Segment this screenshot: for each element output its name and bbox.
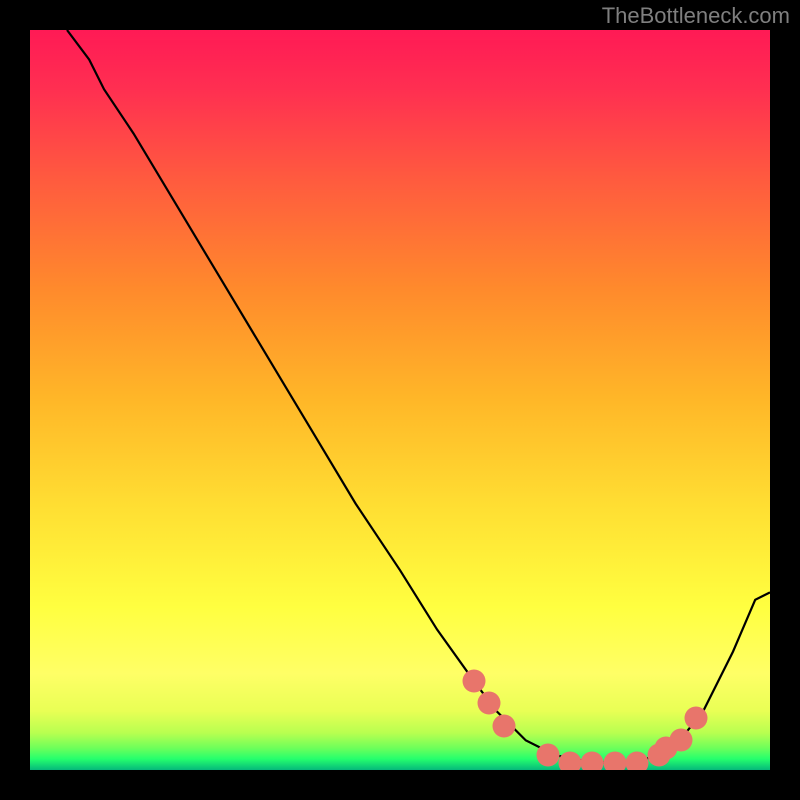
watermark: TheBottleneck.com (602, 3, 790, 29)
highlight-point[interactable] (625, 751, 648, 770)
highlight-point[interactable] (537, 744, 560, 767)
highlight-point[interactable] (685, 707, 708, 730)
chart-container: TheBottleneck.com (0, 0, 800, 800)
highlight-point[interactable] (492, 714, 515, 737)
data-points-layer (30, 30, 770, 770)
highlight-point[interactable] (477, 692, 500, 715)
plot-area (30, 30, 770, 770)
highlight-point[interactable] (463, 670, 486, 693)
highlight-point[interactable] (670, 729, 693, 752)
highlight-point[interactable] (603, 751, 626, 770)
highlight-point[interactable] (559, 751, 582, 770)
highlight-point[interactable] (581, 751, 604, 770)
